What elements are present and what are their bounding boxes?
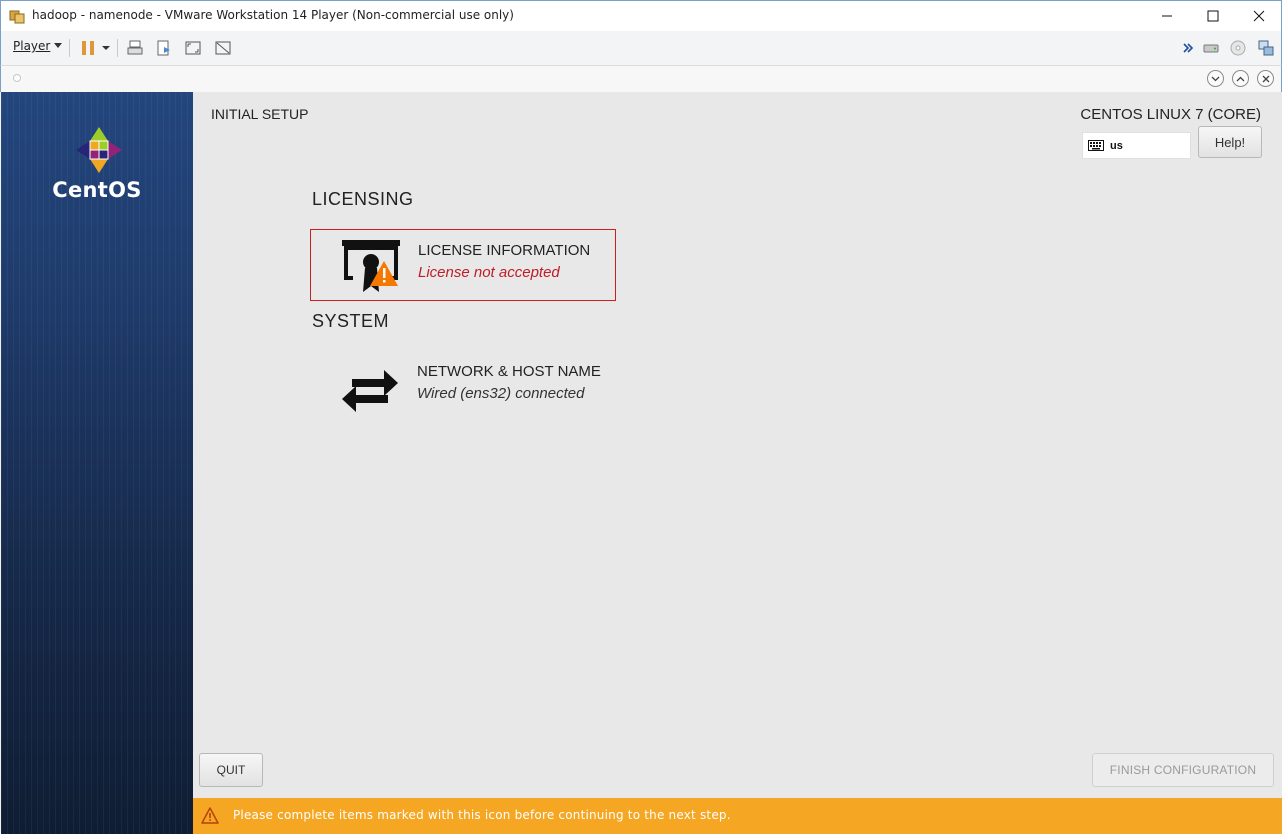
player-toolbar: Player <box>0 31 1282 65</box>
more-devices-chevron-icon[interactable] <box>1182 39 1194 57</box>
spoke-license-information[interactable]: LICENSE INFORMATION License not accepted <box>310 229 616 301</box>
section-title-licensing: LICENSING <box>312 189 414 209</box>
centos-sidebar: CentOS <box>1 92 193 834</box>
chevron-down-icon <box>1211 76 1220 81</box>
player-menu-label: Player <box>13 39 51 53</box>
toolbar-divider <box>69 39 70 57</box>
spoke-name: LICENSE INFORMATION <box>418 242 591 259</box>
spoke-status: Wired (ens32) connected <box>417 385 585 402</box>
network-adapter-icon[interactable] <box>1257 39 1275 57</box>
page-title: INITIAL SETUP <box>211 106 309 122</box>
minimize-button[interactable] <box>1144 1 1190 31</box>
initial-setup-hub: INITIAL SETUP CENTOS LINUX 7 (CORE) us H… <box>193 92 1282 798</box>
license-document-icon <box>342 240 400 292</box>
hard-disk-icon[interactable] <box>1202 39 1220 57</box>
warning-icon <box>201 807 219 824</box>
spoke-name: NETWORK & HOST NAME <box>417 363 601 380</box>
close-icon <box>1253 10 1265 22</box>
close-button[interactable] <box>1236 1 1282 31</box>
product-name: CENTOS LINUX 7 (CORE) <box>1080 106 1261 123</box>
help-button[interactable]: Help! <box>1198 126 1262 158</box>
pin-icon[interactable] <box>13 74 21 82</box>
power-dropdown-arrow-icon[interactable] <box>101 39 111 57</box>
collapse-button[interactable] <box>1207 70 1224 87</box>
vm-control-strip <box>0 65 1282 92</box>
cd-dvd-icon[interactable] <box>1229 39 1247 57</box>
send-ctrl-alt-del-icon[interactable] <box>126 39 144 57</box>
window-title: hadoop - namenode - VMware Workstation 1… <box>32 8 514 22</box>
fit-window-icon[interactable] <box>184 39 202 57</box>
centos-logo-icon <box>76 127 122 173</box>
warning-message: Please complete items marked with this i… <box>233 808 731 822</box>
spoke-status: License not accepted <box>418 264 560 281</box>
keyboard-layout-label: us <box>1110 139 1123 152</box>
window-titlebar: hadoop - namenode - VMware Workstation 1… <box>0 0 1282 31</box>
quit-button[interactable]: QUIT <box>199 753 263 787</box>
chevron-up-icon <box>1236 76 1245 81</box>
finish-configuration-button[interactable]: FINISH CONFIGURATION <box>1092 753 1274 787</box>
expand-button[interactable] <box>1232 70 1249 87</box>
removable-devices-icon[interactable] <box>155 39 173 57</box>
vm-close-button[interactable] <box>1257 70 1274 87</box>
unity-mode-icon[interactable] <box>214 39 232 57</box>
minimize-icon <box>1162 15 1172 17</box>
vmware-player-icon <box>9 10 25 24</box>
keyboard-layout-indicator[interactable]: us <box>1082 132 1191 159</box>
toolbar-divider <box>117 39 118 57</box>
warning-bar: Please complete items marked with this i… <box>193 798 1282 834</box>
keyboard-icon <box>1088 140 1104 151</box>
pause-icon[interactable] <box>79 39 97 57</box>
section-title-system: SYSTEM <box>312 311 390 331</box>
close-icon <box>1262 75 1269 82</box>
network-arrows-icon <box>342 370 398 412</box>
maximize-icon <box>1207 10 1219 22</box>
spoke-network-hostname[interactable]: NETWORK & HOST NAME Wired (ens32) connec… <box>310 351 616 423</box>
maximize-button[interactable] <box>1190 1 1236 31</box>
dropdown-arrow-icon <box>54 43 63 48</box>
player-menu[interactable]: Player <box>13 39 63 53</box>
centos-brand: CentOS <box>52 178 142 202</box>
